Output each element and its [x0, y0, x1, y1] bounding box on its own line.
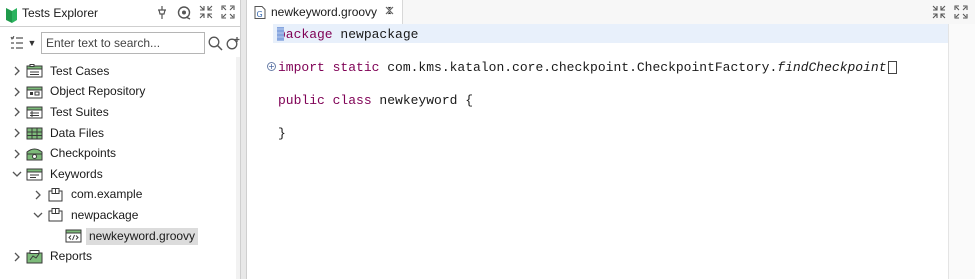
code-editor-panel: G newkeyword.groovy package newpackage i…: [246, 0, 975, 279]
tree-item-reports[interactable]: Reports: [0, 246, 241, 267]
code-keyword: static: [324, 60, 380, 75]
data-files-icon: [26, 126, 43, 140]
object-repository-icon: [26, 85, 43, 99]
code-line-import: import static com.kms.katalon.core.check…: [278, 59, 897, 76]
tree-item-newpackage[interactable]: newpackage: [0, 205, 241, 226]
checkpoints-icon: [26, 147, 43, 161]
close-icon[interactable]: [385, 6, 394, 18]
minimize-icon[interactable]: [931, 4, 947, 20]
cursor-line-marker: [277, 26, 284, 41]
tests-explorer-tabbar: Tests Explorer: [0, 0, 240, 27]
chevron-right-icon[interactable]: [11, 147, 23, 161]
tree-label: Data Files: [50, 125, 105, 140]
chevron-right-icon[interactable]: [11, 250, 23, 264]
folded-code-ellipsis[interactable]: [887, 61, 897, 75]
tree-label: Object Repository: [50, 84, 146, 99]
code-text: newkeyword {: [371, 93, 474, 108]
chevron-right-icon[interactable]: [11, 105, 23, 119]
svg-text:G: G: [257, 10, 263, 19]
tests-explorer-title: Tests Explorer: [22, 6, 99, 20]
code-keyword: public: [278, 93, 325, 108]
search-input[interactable]: [46, 36, 181, 50]
tree-label: Test Suites: [50, 104, 109, 119]
test-suites-icon: [26, 105, 43, 119]
groovy-file-icon: G: [254, 6, 266, 19]
tree-label: newpackage: [71, 207, 139, 222]
reports-icon: [26, 249, 43, 264]
tree-label: Keywords: [50, 166, 103, 181]
refresh-icon[interactable]: [176, 4, 192, 20]
collapse-all-icon[interactable]: [198, 4, 214, 20]
chevron-right-icon[interactable]: [11, 64, 23, 78]
chevron-right-icon[interactable]: [32, 188, 44, 202]
project-tree: Test Cases Object Repository Test Suites: [0, 61, 241, 267]
chevron-right-icon[interactable]: [11, 126, 23, 140]
tree-label: Test Cases: [50, 63, 110, 78]
tree-label: com.example: [71, 187, 143, 202]
tree-item-com-example[interactable]: com.example: [0, 185, 241, 206]
package-icon: [47, 187, 63, 202]
tree-item-test-cases[interactable]: Test Cases: [0, 61, 241, 82]
tree-item-keywords[interactable]: Keywords: [0, 164, 241, 185]
pin-icon[interactable]: [154, 4, 170, 20]
chevron-down-icon[interactable]: [32, 208, 44, 222]
groovy-file-icon: [65, 229, 82, 243]
chevron-right-icon[interactable]: [11, 85, 23, 99]
maximize-icon[interactable]: [953, 4, 969, 20]
tree-item-data-files[interactable]: Data Files: [0, 123, 241, 144]
search-row: ▼: [0, 29, 241, 57]
advanced-search-icon[interactable]: [225, 35, 241, 51]
tree-item-checkpoints[interactable]: Checkpoints: [0, 143, 241, 164]
tests-explorer-tab[interactable]: Tests Explorer: [0, 0, 104, 26]
code-text: }: [278, 126, 286, 141]
chevron-down-icon[interactable]: ▼: [27, 33, 37, 53]
overview-ruler[interactable]: [948, 24, 975, 279]
code-line-package: package newpackage: [278, 26, 418, 43]
tree-item-test-suites[interactable]: Test Suites: [0, 102, 241, 123]
code-text: newpackage: [332, 27, 419, 42]
code-line-close: }: [278, 125, 286, 142]
maximize-icon[interactable]: [220, 4, 236, 20]
editor-tab-title: newkeyword.groovy: [271, 5, 378, 19]
code-line-class: public class newkeyword {: [278, 92, 473, 109]
search-field[interactable]: [41, 32, 205, 54]
tree-item-newkeyword-groovy[interactable]: newkeyword.groovy: [0, 226, 241, 247]
package-icon: [47, 208, 63, 222]
code-text: com.kms.katalon.core.checkpoint.Checkpoi…: [379, 60, 778, 75]
code-keyword: class: [324, 93, 372, 108]
tree-item-object-repository[interactable]: Object Repository: [0, 82, 241, 103]
code-area[interactable]: package newpackage import static com.kms…: [278, 24, 975, 279]
editor-tabbar: G newkeyword.groovy: [247, 0, 975, 25]
tree-label: Checkpoints: [50, 146, 117, 161]
tree-label: newkeyword.groovy: [86, 227, 199, 245]
search-icon[interactable]: [207, 35, 223, 51]
tree-label: Reports: [50, 249, 93, 264]
code-keyword: import: [278, 60, 325, 75]
filter-icon[interactable]: [7, 33, 27, 53]
tree-scrollbar[interactable]: [236, 57, 240, 279]
code-keyword: package: [278, 27, 333, 42]
expand-fold-icon[interactable]: +: [267, 62, 276, 71]
tests-explorer-panel: Tests Explorer ▼ Enter text to search...…: [0, 0, 241, 279]
keywords-icon: [26, 167, 43, 181]
editor-tab-newkeyword[interactable]: G newkeyword.groovy: [247, 0, 404, 24]
code-method: findCheckpoint: [777, 60, 887, 75]
katalon-logo-icon: [6, 6, 17, 23]
test-cases-icon: [26, 64, 43, 78]
chevron-down-icon[interactable]: [11, 167, 23, 181]
